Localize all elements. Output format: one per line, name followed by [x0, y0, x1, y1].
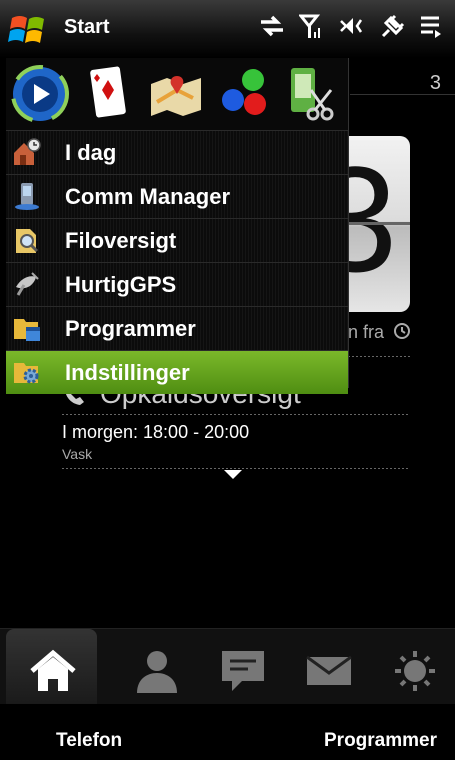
alarm-label: n fra: [348, 322, 385, 342]
home-tab-bar: [0, 628, 455, 705]
status-bar: Start: [0, 0, 455, 58]
menu-item-file-explorer[interactable]: Filoversigt: [6, 218, 348, 262]
email-icon: [306, 655, 352, 685]
signal-icon: [297, 12, 325, 40]
weather-icon: [395, 651, 435, 691]
menu-item-quickgps[interactable]: HurtigGPS: [6, 262, 348, 306]
scroll-down-icon[interactable]: [224, 470, 242, 479]
start-menu-list: I dag Comm Manager Filoversigt HurtigGPS: [6, 130, 348, 394]
menu-item-settings[interactable]: Indstillinger: [6, 350, 348, 394]
today-house-icon: [14, 138, 41, 165]
bubble-breaker-icon[interactable]: [210, 58, 278, 130]
date-number: 3: [429, 72, 441, 94]
comm-manager-icon: [15, 183, 39, 210]
menu-lines-icon[interactable]: [419, 12, 445, 40]
settings-folder-icon: [14, 363, 39, 384]
alarm-clock-icon: [394, 323, 410, 339]
data-sync-icon: [259, 12, 285, 40]
tab-home[interactable]: [6, 629, 97, 705]
softkey-right[interactable]: Programmer: [324, 730, 437, 752]
menu-item-label: Programmer: [65, 316, 196, 341]
status-icons: [259, 12, 445, 40]
appointment-time[interactable]: I morgen: 18:00 - 20:00: [62, 422, 249, 443]
appointment-title: Vask: [62, 446, 93, 462]
menu-item-label: Indstillinger: [65, 360, 190, 385]
tab-weather[interactable]: [368, 629, 455, 705]
divider: [62, 414, 410, 415]
menu-item-today[interactable]: I dag: [6, 130, 348, 174]
recent-programs-bar: [6, 58, 348, 130]
tab-messaging[interactable]: [196, 629, 287, 705]
menu-item-label: Filoversigt: [65, 228, 177, 253]
media-player-icon[interactable]: [6, 58, 74, 130]
softkey-left[interactable]: Telefon: [56, 730, 122, 752]
start-title[interactable]: Start: [64, 16, 110, 39]
contacts-icon: [137, 651, 177, 693]
menu-item-comm-manager[interactable]: Comm Manager: [6, 174, 348, 218]
divider: [348, 356, 410, 357]
divider: [62, 468, 410, 469]
menu-item-label: HurtigGPS: [65, 272, 177, 297]
home-icon: [30, 649, 76, 691]
tab-contacts[interactable]: [110, 629, 201, 705]
windows-logo-icon[interactable]: [8, 12, 50, 48]
power-plug-icon: [379, 12, 405, 40]
softkey-bar: Telefon Programmer: [0, 704, 455, 760]
speaker-muted-icon: [339, 12, 365, 40]
satellite-icon: [16, 272, 39, 296]
maps-icon[interactable]: [142, 58, 210, 130]
file-explorer-icon: [16, 229, 39, 253]
menu-item-programs[interactable]: Programmer: [6, 306, 348, 350]
menu-item-label: Comm Manager: [65, 184, 231, 209]
phone-scissors-icon[interactable]: [278, 58, 346, 130]
programs-folder-icon: [14, 319, 40, 341]
start-menu: I dag Comm Manager Filoversigt HurtigGPS: [6, 58, 349, 394]
menu-item-label: I dag: [65, 140, 117, 165]
tab-email[interactable]: [282, 629, 373, 705]
messaging-icon: [222, 651, 264, 691]
solitaire-icon[interactable]: [74, 58, 142, 130]
